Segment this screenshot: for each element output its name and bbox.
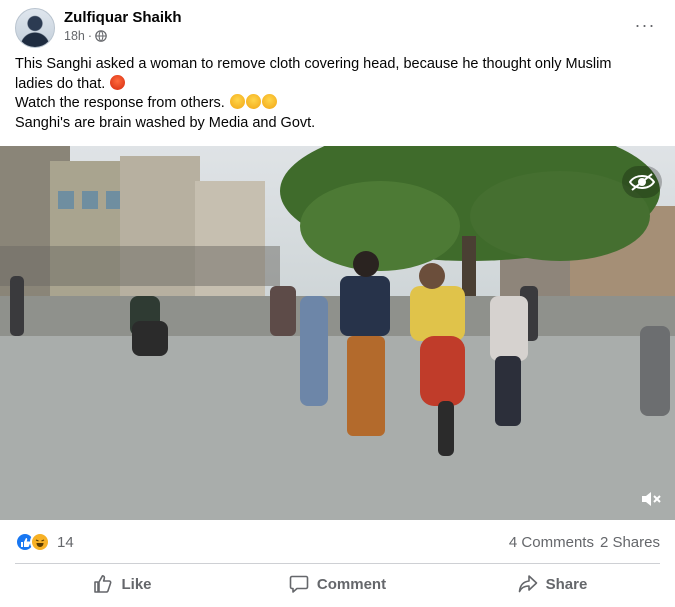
post-actions: Like Comment Share xyxy=(15,566,660,602)
comment-button[interactable]: Comment xyxy=(230,566,445,602)
post-stats: 14 4 Comments 2 Shares xyxy=(15,530,660,556)
video-player[interactable] xyxy=(0,146,675,520)
post-text-line-2-row: ladies do that. xyxy=(15,74,660,95)
rofl-face-icon xyxy=(229,94,245,109)
meta-separator: · xyxy=(87,29,93,43)
post-text: This Sanghi asked a woman to remove clot… xyxy=(15,55,660,133)
engagement-counts: 4 Comments 2 Shares xyxy=(509,534,660,551)
comments-count[interactable]: 4 Comments xyxy=(509,534,594,551)
author-avatar[interactable] xyxy=(15,8,55,48)
post-text-line-3-row: Watch the response from others. xyxy=(15,94,660,114)
post-header: Zulfiquar Shaikh 18h · ··· xyxy=(15,8,660,48)
post-meta: 18h · xyxy=(64,29,107,43)
video-frame xyxy=(0,146,675,520)
shares-count[interactable]: 2 Shares xyxy=(600,534,660,551)
share-label: Share xyxy=(545,575,588,593)
angry-face-icon xyxy=(110,74,126,90)
post-text-line-3: Watch the response from others. xyxy=(15,95,225,111)
share-icon xyxy=(518,575,537,593)
like-button[interactable]: Like xyxy=(15,566,230,602)
divider xyxy=(15,563,660,564)
post-text-line-4: Sanghi's are brain washed by Media and G… xyxy=(15,114,316,131)
post-time[interactable]: 18h xyxy=(64,29,85,43)
author-name[interactable]: Zulfiquar Shaikh xyxy=(64,9,182,26)
like-icon xyxy=(94,575,112,593)
speaker-muted-icon[interactable] xyxy=(638,488,664,510)
post-text-line-1: This Sanghi asked a woman to remove clot… xyxy=(15,56,612,72)
facebook-post: Zulfiquar Shaikh 18h · ··· This Sanghi a… xyxy=(0,0,675,607)
globe-icon[interactable] xyxy=(95,30,107,42)
rofl-face-icon xyxy=(245,94,261,109)
reaction-count: 14 xyxy=(57,533,74,551)
like-label: Like xyxy=(121,575,152,593)
share-button[interactable]: Share xyxy=(445,566,660,602)
comment-label: Comment xyxy=(316,575,387,593)
rofl-face-icon xyxy=(261,94,277,109)
eye-icon[interactable] xyxy=(622,166,662,198)
reactions-summary[interactable]: 14 xyxy=(15,532,74,552)
haha-reaction-icon xyxy=(30,532,50,552)
post-text-line-2: ladies do that. xyxy=(15,75,106,92)
comment-icon xyxy=(289,575,309,593)
more-options-icon[interactable]: ··· xyxy=(630,14,660,36)
